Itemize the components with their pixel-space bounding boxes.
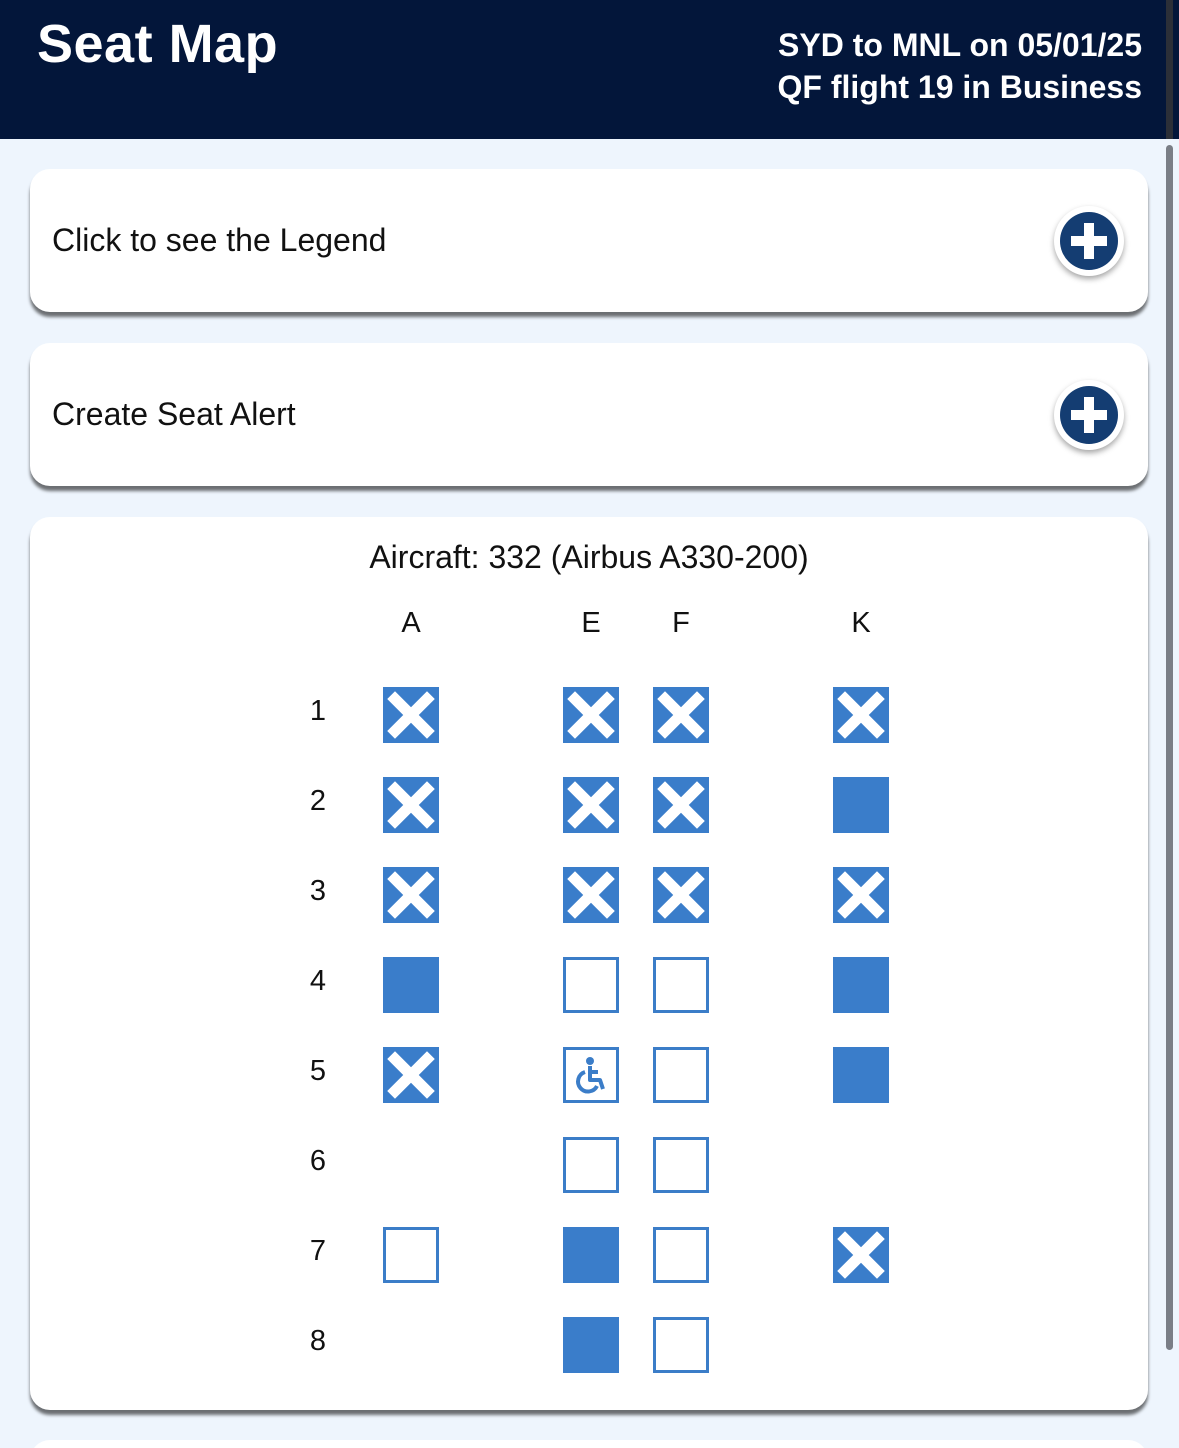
seat-7f[interactable] — [653, 1227, 709, 1283]
legend-label: Click to see the Legend — [52, 222, 387, 258]
scrollbar-top — [1166, 0, 1173, 139]
aircraft-label: Aircraft: 332 (Airbus A330-200) — [369, 539, 809, 575]
seat-5e[interactable] — [563, 1047, 619, 1103]
seat-8f[interactable] — [653, 1317, 709, 1373]
seat-alert-expand-button[interactable] — [1054, 380, 1124, 450]
seat-map-card: Aircraft: 332 (Airbus A330-200) A E F K 1 2 3 4… — [30, 517, 1148, 1410]
seat-3a[interactable] — [383, 867, 439, 923]
x-icon — [657, 691, 705, 739]
column-label-k: K — [851, 607, 871, 639]
seat-1f[interactable] — [653, 687, 709, 743]
x-icon — [657, 781, 705, 829]
x-icon — [567, 781, 615, 829]
x-icon — [387, 691, 435, 739]
plus-icon — [1060, 386, 1118, 444]
legend-card[interactable]: Click to see the Legend — [30, 169, 1148, 312]
seat-2e[interactable] — [563, 777, 619, 833]
row-label-1: 1 — [309, 695, 327, 727]
seat-alert-card[interactable]: Create Seat Alert — [30, 343, 1148, 486]
route-text: SYD to MNL on 05/01/25 — [778, 27, 1142, 63]
seat-4e[interactable] — [563, 957, 619, 1013]
row-label-7: 7 — [309, 1235, 327, 1267]
seat-6f[interactable] — [653, 1137, 709, 1193]
x-icon — [387, 871, 435, 919]
x-icon — [837, 871, 885, 919]
seat-7a[interactable] — [383, 1227, 439, 1283]
seat-4a[interactable] — [383, 957, 439, 1013]
x-icon — [567, 871, 615, 919]
seat-2a[interactable] — [383, 777, 439, 833]
seat-2f[interactable] — [653, 777, 709, 833]
x-icon — [837, 691, 885, 739]
seat-8e[interactable] — [563, 1317, 619, 1373]
seat-4k[interactable] — [833, 957, 889, 1013]
seat-alert-label: Create Seat Alert — [52, 396, 296, 432]
x-icon — [387, 1051, 435, 1099]
wheelchair-icon — [576, 1057, 605, 1094]
x-icon — [837, 1231, 885, 1279]
header-bar: Seat Map SYD to MNL on 05/01/25 QF fligh… — [0, 0, 1179, 139]
seat-3e[interactable] — [563, 867, 619, 923]
page-title: Seat Map — [37, 14, 279, 74]
flight-text: QF flight 19 in Business — [777, 69, 1143, 105]
seat-1e[interactable] — [563, 687, 619, 743]
x-icon — [567, 691, 615, 739]
scrollbar-thumb[interactable] — [1166, 145, 1173, 1350]
row-label-4: 4 — [309, 965, 327, 997]
row-label-6: 6 — [309, 1145, 327, 1177]
row-label-3: 3 — [309, 875, 327, 907]
flight-info: SYD to MNL on 05/01/25 QF flight 19 in B… — [778, 24, 1143, 108]
seat-1k[interactable] — [833, 687, 889, 743]
next-card — [30, 1440, 1148, 1448]
x-icon — [387, 781, 435, 829]
seat-5k[interactable] — [833, 1047, 889, 1103]
seat-6e[interactable] — [563, 1137, 619, 1193]
row-label-5: 5 — [309, 1055, 327, 1087]
plus-icon — [1060, 212, 1118, 270]
seat-5f[interactable] — [653, 1047, 709, 1103]
row-label-2: 2 — [309, 785, 327, 817]
x-icon — [657, 871, 705, 919]
seat-map-page: Seat Map SYD to MNL on 05/01/25 QF fligh… — [0, 0, 1179, 1448]
seat-4f[interactable] — [653, 957, 709, 1013]
seat-1a[interactable] — [383, 687, 439, 743]
column-label-a: A — [401, 607, 421, 639]
seat-3k[interactable] — [833, 867, 889, 923]
seat-2k[interactable] — [833, 777, 889, 833]
legend-expand-button[interactable] — [1054, 206, 1124, 276]
column-label-f: F — [672, 607, 690, 639]
seat-7e[interactable] — [563, 1227, 619, 1283]
seat-3f[interactable] — [653, 867, 709, 923]
seat-5a[interactable] — [383, 1047, 439, 1103]
column-label-e: E — [581, 607, 601, 639]
seat-7k[interactable] — [833, 1227, 889, 1283]
row-label-8: 8 — [309, 1325, 327, 1357]
